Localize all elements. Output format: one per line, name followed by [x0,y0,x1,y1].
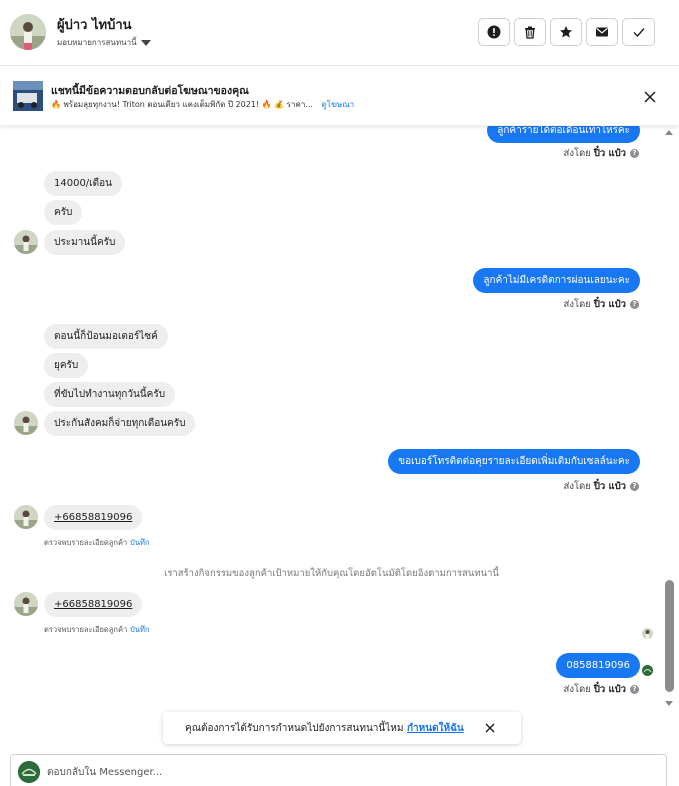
scrollbar-thumb[interactable] [665,580,674,692]
assign-prompt-toast: คุณต้องการได้รับการกำหนดไปยังการสนทนานี้… [163,712,521,744]
customer-detail-text: ตรวจพบรายละเอียดลูกค้า [44,538,128,547]
star-icon [560,26,572,38]
sent-by-prefix: ส่งโดย [563,481,591,492]
contact-avatar-small [14,592,38,616]
ad-banner-title: แชทนี้มีข้อความตอบกลับต่อโฆษณาของคุณ [51,85,249,97]
assign-label: มอบหมายการสนทนานี้ [57,38,137,47]
contact-avatar[interactable] [10,14,46,50]
assign-conversation-dropdown[interactable]: มอบหมายการสนทนานี้ [57,36,151,49]
system-notice: เราสร้างกิจกรรมของลูกค้าเป้าหมายให้กับคุ… [164,568,499,579]
scroll-down-arrow[interactable] [665,701,673,706]
question-icon[interactable]: ? [630,482,639,491]
phone-number-message[interactable]: +66858819096 [44,592,143,617]
contact-name[interactable]: ผู้บ่าว ไทบ้าน [57,14,132,35]
incoming-message[interactable]: ตอนนี้ก็ป้อนมอเตอร์ไซค์ [44,324,168,349]
checkmark-icon [633,28,645,38]
incoming-message[interactable]: ที่ขับไปทำงานทุกวันนี้ครับ [44,382,176,407]
question-icon[interactable]: ? [630,149,639,158]
page-avatar-small [642,665,653,676]
ad-description-text: 🔥 พร้อมลุยทุกงาน! Triton ตอนเดียว แคงเต็… [51,100,313,109]
incoming-message[interactable]: 14000/เดือน [44,171,122,196]
sent-by-label: ส่งโดย ปิ๋ว แป๋ว? [564,297,639,312]
customer-detail-text: ตรวจพบรายละเอียดลูกค้า [44,625,128,634]
assign-prompt-text: คุณต้องการได้รับการกำหนดไปยังการสนทนานี้… [185,723,404,734]
sent-by-name: ปิ๋ว แป๋ว [593,684,626,695]
reply-input[interactable] [47,761,647,783]
sent-by-label: ส่งโดย ปิ๋ว แป๋ว? [564,146,639,161]
delete-button[interactable] [514,18,546,46]
caret-down-icon [140,39,151,46]
close-icon[interactable] [641,88,659,106]
sent-by-name: ปิ๋ว แป๋ว [593,148,626,159]
sent-by-label: ส่งโดย ปิ๋ว แป๋ว? [564,479,639,494]
outgoing-message[interactable]: 0858819096 [556,653,640,678]
page-avatar [18,761,40,783]
conversation-header: ผู้บ่าว ไทบ้าน มอบหมายการสนทนานี้ [0,0,679,66]
sent-by-name: ปิ๋ว แป๋ว [593,299,626,310]
sent-by-name: ปิ๋ว แป๋ว [593,481,626,492]
scroll-up-arrow[interactable] [665,130,673,135]
sent-by-prefix: ส่งโดย [563,684,591,695]
ad-thumbnail[interactable] [13,81,43,111]
contact-avatar-small [14,505,38,529]
incoming-message[interactable]: ยุครับ [44,353,89,378]
ad-reply-banner: แชทนี้มีข้อความตอบกลับต่อโฆษณาของคุณ 🔥 พ… [0,67,679,126]
envelope-icon [596,27,608,37]
trash-icon [525,26,535,39]
incoming-message[interactable]: ประมานนี้ครับ [44,230,126,255]
mark-spam-button[interactable] [478,18,510,46]
incoming-message[interactable]: ครับ [44,200,83,225]
incoming-message[interactable]: ประกันสังคมก็จ่ายทุกเดือนครับ [44,411,196,436]
star-button[interactable] [550,18,582,46]
ad-banner-description: 🔥 พร้อมลุยทุกงาน! Triton ตอนเดียว แคงเต็… [51,98,354,111]
save-detail-link[interactable]: บันทึก [130,625,149,634]
mark-unread-button[interactable] [586,18,618,46]
seen-avatar [642,628,653,639]
assign-to-me-link[interactable]: กำหนดให้ฉัน [407,721,464,736]
save-detail-link[interactable]: บันทึก [130,538,149,547]
reply-composer [10,754,667,786]
close-icon[interactable] [483,721,497,735]
customer-detail-note: ตรวจพบรายละเอียดลูกค้า บันทึก [44,624,150,636]
sent-by-prefix: ส่งโดย [563,148,591,159]
outgoing-message[interactable]: ลูกค้ารายได้ต่อเดือนเท่าไหร่คะ [487,126,640,143]
contact-avatar-small [14,411,38,435]
contact-avatar-small [14,230,38,254]
mark-done-button[interactable] [622,18,655,46]
view-ad-link[interactable]: ดูโฆษณา [321,100,354,109]
outgoing-message[interactable]: ขอเบอร์โทรติดต่อคุยรายละเอียดเพิ่มเติมกั… [388,449,640,474]
message-thread[interactable]: ลูกค้ารายได้ต่อเดือนเท่าไหร่คะ ส่งโดย ปิ๋… [0,126,679,750]
sent-by-label: ส่งโดย ปิ๋ว แป๋ว? [564,682,639,697]
outgoing-message[interactable]: ลูกค้าไม่มีเครดิตการผ่อนเลยนะคะ [473,268,640,293]
phone-number-message[interactable]: +66858819096 [44,505,143,530]
customer-detail-note: ตรวจพบรายละเอียดลูกค้า บันทึก [44,537,150,549]
question-icon[interactable]: ? [630,300,639,309]
question-icon[interactable]: ? [630,685,639,694]
sent-by-prefix: ส่งโดย [563,299,591,310]
exclamation-icon [487,25,501,39]
